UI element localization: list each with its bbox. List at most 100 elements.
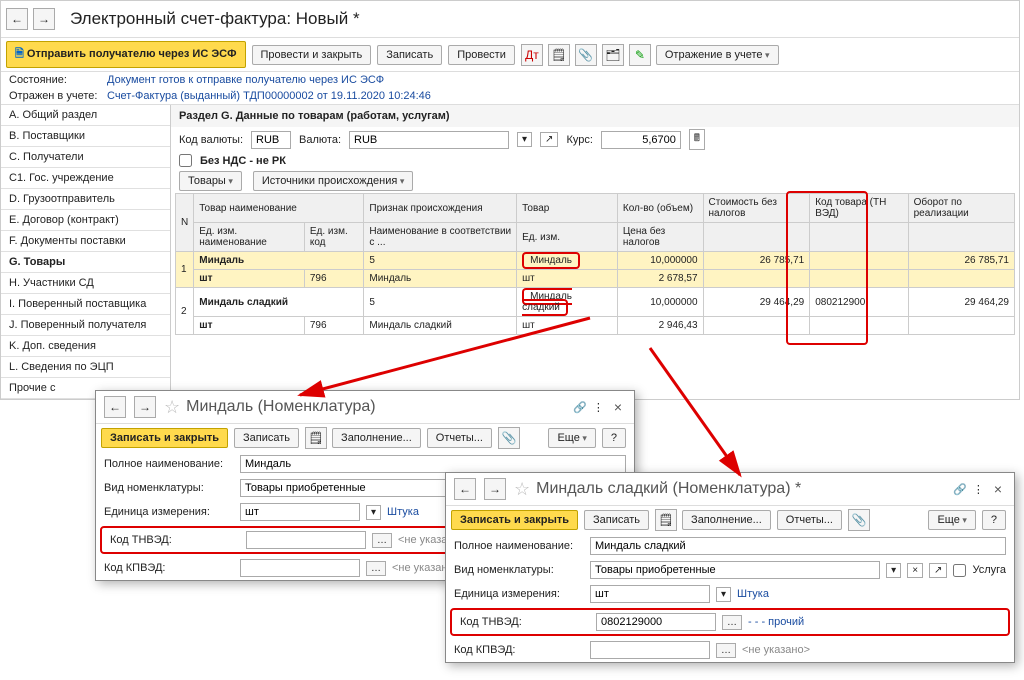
attach-icon[interactable]: 📎 [575,44,597,66]
sidebar-item-c1[interactable]: С1. Гос. учреждение [1,168,170,189]
table-row[interactable]: шт 796 Миндаль сладкий шт 2 946,43 [176,317,1015,335]
currency-dropdown[interactable]: ▾ [517,132,532,147]
list-icon[interactable]: 🗒 [655,509,677,531]
uom-input[interactable] [590,585,710,603]
uom-input[interactable] [240,503,360,521]
tnved-input[interactable] [246,531,366,549]
doc-icon[interactable]: 🗒 [548,44,570,66]
uom-link[interactable]: Штука [737,588,769,600]
link-icon[interactable]: 🔗 [953,483,967,496]
sources-dropdown[interactable]: Источники происхождения [253,171,413,191]
kind-clear[interactable]: × [907,563,923,578]
col-uom-name[interactable]: Ед. изм. наименование [194,223,305,252]
kpved-select[interactable]: … [716,643,736,658]
kpved-link[interactable]: <не указано> [742,644,810,656]
forward-icon[interactable]: → [33,8,55,30]
close-icon[interactable]: × [610,399,626,415]
col-item[interactable]: Товар [517,194,618,223]
table-row[interactable]: шт 796 Миндаль шт 2 678,57 [176,270,1015,288]
rate-input[interactable] [601,131,681,149]
state-value[interactable]: Документ готов к отправке получателю чер… [107,74,384,86]
sidebar-item-c[interactable]: С. Получатели [1,147,170,168]
help-button[interactable]: ? [602,428,626,448]
back-icon[interactable]: ← [454,478,476,500]
kpved-input[interactable] [240,559,360,577]
uom-dropdown[interactable]: ▾ [716,587,731,602]
goods-dropdown[interactable]: Товары [179,171,242,191]
send-esf-button[interactable]: 🗎 Отправить получателю через ИС ЭСФ [6,41,246,68]
link-icon[interactable]: 🔗 [573,401,587,414]
item-highlight[interactable]: Миндаль [522,252,580,269]
currency-input[interactable] [349,131,509,149]
tnved-input[interactable] [596,613,716,631]
reflect-dropdown[interactable]: Отражение в учете [656,45,779,65]
table-row[interactable]: 1 Миндаль 5 Миндаль 10,000000 26 785,71 … [176,252,1015,270]
col-price[interactable]: Цена без налогов [617,223,703,252]
col-cost[interactable]: Стоимость без налогов [703,194,810,223]
save-close-button[interactable]: Записать и закрыть [101,428,228,448]
col-corr[interactable]: Наименование в соответствии с ... [364,223,517,252]
sidebar-item-i[interactable]: I. Поверенный поставщика [1,294,170,315]
sidebar-item-e[interactable]: Е. Договор (контракт) [1,210,170,231]
back-icon[interactable]: ← [6,8,28,30]
col-name[interactable]: Товар наименование [194,194,364,223]
dk-icon[interactable]: Дт [521,44,543,66]
item-highlight[interactable]: Миндаль сладкий [522,288,572,316]
reports-button[interactable]: Отчеты... [777,510,842,530]
no-vat-checkbox[interactable] [179,154,192,167]
col-qty[interactable]: Кол-во (объем) [617,194,703,223]
help-button[interactable]: ? [982,510,1006,530]
provesti-close-button[interactable]: Провести и закрыть [252,45,372,65]
col-tnved[interactable]: Код товара (ТН ВЭД) [810,194,908,223]
uom-dropdown[interactable]: ▾ [366,505,381,520]
more-icon[interactable]: ⋮ [973,483,984,496]
full-name-input[interactable] [590,537,1006,555]
col-sign[interactable]: Признак происхождения [364,194,517,223]
currency-open[interactable]: ↗ [540,132,558,147]
fill-button[interactable]: Заполнение... [682,510,771,530]
forward-icon[interactable]: → [134,396,156,418]
tnved-select[interactable]: … [372,533,392,548]
reports-button[interactable]: Отчеты... [427,428,492,448]
forward-icon[interactable]: → [484,478,506,500]
sidebar-item-k[interactable]: K. Доп. сведения [1,336,170,357]
back-icon[interactable]: ← [104,396,126,418]
kind-dropdown[interactable]: ▾ [886,563,901,578]
sidebar-item-f[interactable]: F. Документы поставки [1,231,170,252]
service-checkbox[interactable] [953,564,966,577]
provesti-button[interactable]: Провести [448,45,515,65]
kpved-input[interactable] [590,641,710,659]
close-icon[interactable]: × [990,481,1006,497]
more-button[interactable]: Еще [548,428,595,448]
sidebar-item-g[interactable]: G. Товары [1,252,170,273]
kind-input[interactable] [590,561,880,579]
table-row[interactable]: 2 Миндаль сладкий 5 Миндаль сладкий 10,0… [176,288,1015,317]
sidebar-item-b[interactable]: В. Поставщики [1,126,170,147]
attach-icon[interactable]: 📎 [848,509,870,531]
sidebar-item-l[interactable]: L. Сведения по ЭЦП [1,357,170,378]
tnved-select[interactable]: … [722,615,742,630]
tnved-link[interactable]: - - - прочий [748,616,804,628]
sidebar-item-a[interactable]: А. Общий раздел [1,105,170,126]
full-name-input[interactable] [240,455,626,473]
fill-button[interactable]: Заполнение... [332,428,421,448]
more-button[interactable]: Еще [928,510,975,530]
edit-icon[interactable]: ✎ [629,44,651,66]
star-icon[interactable]: ☆ [514,479,530,500]
currency-code-input[interactable] [251,131,291,149]
col-turnover[interactable]: Оборот по реализации [908,194,1014,223]
rate-calc[interactable]: 🖩 [689,129,705,150]
sidebar-item-j[interactable]: J. Поверенный получателя [1,315,170,336]
sidebar-item-d[interactable]: D. Грузоотправитель [1,189,170,210]
col-uom-code[interactable]: Ед. изм. код [304,223,364,252]
save-button[interactable]: Записать [234,428,299,448]
star-icon[interactable]: ☆ [164,397,180,418]
stamp-icon[interactable]: 🗂 [602,44,624,66]
col-n[interactable]: N [176,194,194,252]
list-icon[interactable]: 🗒 [305,427,327,449]
save-button[interactable]: Записать [377,45,442,65]
attach-icon[interactable]: 📎 [498,427,520,449]
uom-link[interactable]: Штука [387,506,419,518]
sidebar-item-h[interactable]: Н. Участники СД [1,273,170,294]
save-close-button[interactable]: Записать и закрыть [451,510,578,530]
